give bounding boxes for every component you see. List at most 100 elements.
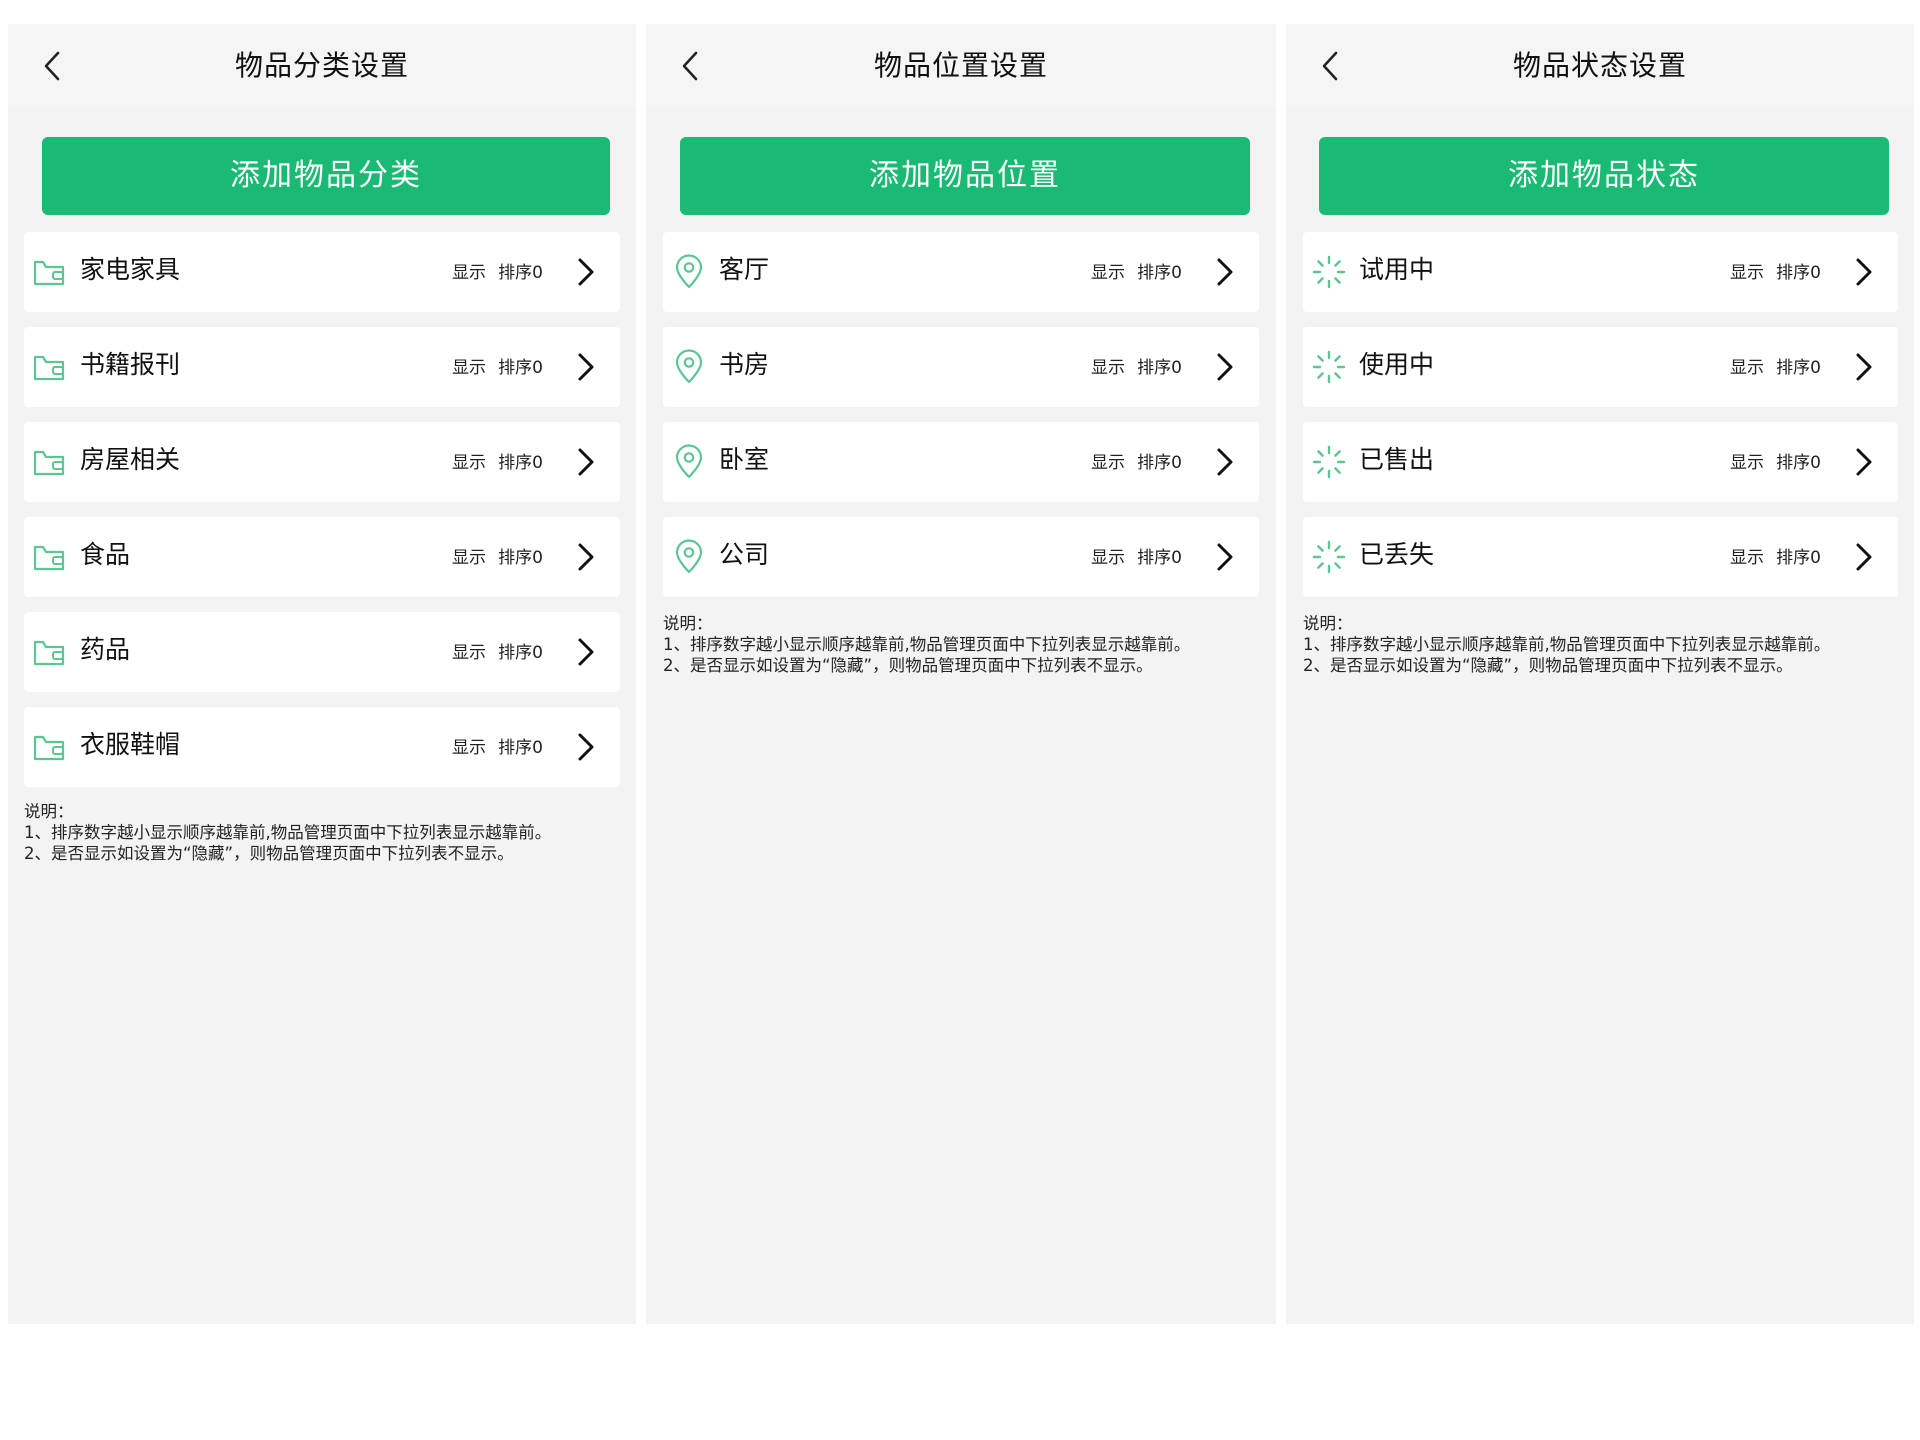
note-line: 2、是否显示如设置为“隐藏”，则物品管理页面中下拉列表不显示。 (663, 656, 1153, 675)
chevron-right-icon (1217, 448, 1233, 476)
item-label: 药品 (80, 635, 131, 664)
visibility-label: 显示 (1091, 548, 1125, 568)
visibility-label: 显示 (1091, 358, 1125, 378)
list-item[interactable]: 试用中 显示 排序0 (1303, 232, 1898, 312)
folder-icon (33, 640, 65, 666)
chevron-right-icon (1217, 543, 1233, 571)
list-item[interactable]: 衣服鞋帽 显示 排序0 (24, 707, 620, 787)
item-label: 家电家具 (80, 255, 181, 284)
item-label: 卧室 (719, 445, 770, 474)
category-settings-panel: 物品分类设置 添加物品分类 家电家具 显示 排序0 书籍报刊 显示 排序0 房屋… (8, 24, 636, 1324)
list-item[interactable]: 使用中 显示 排序0 (1303, 327, 1898, 407)
note-line: 1、排序数字越小显示顺序越靠前,物品管理页面中下拉列表显示越靠前。 (1303, 635, 1831, 654)
note-line: 1、排序数字越小显示顺序越靠前,物品管理页面中下拉列表显示越靠前。 (24, 823, 552, 842)
add-status-button[interactable]: 添加物品状态 (1319, 137, 1889, 215)
sort-label: 排序0 (498, 453, 543, 473)
item-label: 客厅 (719, 255, 770, 284)
sort-label: 排序0 (498, 548, 543, 568)
item-label: 食品 (80, 540, 131, 569)
visibility-label: 显示 (452, 548, 486, 568)
folder-icon (33, 545, 65, 571)
visibility-label: 显示 (1730, 263, 1764, 283)
chevron-right-icon (1217, 258, 1233, 286)
category-list: 家电家具 显示 排序0 书籍报刊 显示 排序0 房屋相关 显示 排序0 食品 显… (24, 232, 620, 802)
item-label: 衣服鞋帽 (80, 730, 181, 759)
chevron-right-icon (578, 638, 594, 666)
chevron-right-icon (578, 733, 594, 761)
header: 物品分类设置 (8, 24, 636, 108)
chevron-right-icon (1217, 353, 1233, 381)
chevron-right-icon (578, 353, 594, 381)
visibility-label: 显示 (452, 263, 486, 283)
list-item[interactable]: 家电家具 显示 排序0 (24, 232, 620, 312)
visibility-label: 显示 (452, 643, 486, 663)
item-label: 使用中 (1359, 350, 1435, 379)
header: 物品状态设置 (1286, 24, 1914, 108)
loading-spinner-icon (1312, 445, 1346, 479)
list-item[interactable]: 药品 显示 排序0 (24, 612, 620, 692)
note-line: 2、是否显示如设置为“隐藏”，则物品管理页面中下拉列表不显示。 (24, 844, 514, 863)
item-label: 书籍报刊 (80, 350, 181, 379)
list-item[interactable]: 已售出 显示 排序0 (1303, 422, 1898, 502)
status-settings-panel: 物品状态设置 添加物品状态 试用中 显示 排序0 使用中 显示 排序0 已售出 … (1286, 24, 1914, 1324)
chevron-right-icon (578, 258, 594, 286)
chevron-right-icon (1856, 448, 1872, 476)
visibility-label: 显示 (1091, 453, 1125, 473)
list-item[interactable]: 公司 显示 排序0 (663, 517, 1259, 597)
note-title: 说明： (24, 802, 74, 821)
chevron-right-icon (578, 543, 594, 571)
header: 物品位置设置 (646, 24, 1276, 108)
notes: 说明： 1、排序数字越小显示顺序越靠前,物品管理页面中下拉列表显示越靠前。 2、… (663, 613, 1190, 676)
list-item[interactable]: 已丢失 显示 排序0 (1303, 517, 1898, 597)
sort-label: 排序0 (1137, 453, 1182, 473)
sort-label: 排序0 (498, 358, 543, 378)
chevron-right-icon (1856, 258, 1872, 286)
visibility-label: 显示 (1091, 263, 1125, 283)
list-item[interactable]: 客厅 显示 排序0 (663, 232, 1259, 312)
item-label: 已丢失 (1359, 540, 1435, 569)
note-line: 1、排序数字越小显示顺序越靠前,物品管理页面中下拉列表显示越靠前。 (663, 635, 1191, 654)
sort-label: 排序0 (1137, 263, 1182, 283)
location-pin-icon (675, 539, 703, 574)
page-title: 物品分类设置 (234, 49, 409, 82)
note-title: 说明： (663, 614, 713, 633)
add-location-button[interactable]: 添加物品位置 (680, 137, 1250, 215)
visibility-label: 显示 (1730, 453, 1764, 473)
folder-icon (33, 355, 65, 381)
loading-spinner-icon (1312, 540, 1346, 574)
list-item[interactable]: 书房 显示 排序0 (663, 327, 1259, 407)
location-list: 客厅 显示 排序0 书房 显示 排序0 卧室 显示 排序0 公司 显示 排序0 (663, 232, 1259, 612)
chevron-right-icon (1856, 353, 1872, 381)
list-item[interactable]: 食品 显示 排序0 (24, 517, 620, 597)
add-category-button[interactable]: 添加物品分类 (42, 137, 610, 215)
location-settings-panel: 物品位置设置 添加物品位置 客厅 显示 排序0 书房 显示 排序0 卧室 显示 … (646, 24, 1276, 1324)
loading-spinner-icon (1312, 255, 1346, 289)
location-pin-icon (675, 444, 703, 479)
list-item[interactable]: 房屋相关 显示 排序0 (24, 422, 620, 502)
item-label: 公司 (719, 540, 770, 569)
visibility-label: 显示 (1730, 358, 1764, 378)
list-item[interactable]: 书籍报刊 显示 排序0 (24, 327, 620, 407)
list-item[interactable]: 卧室 显示 排序0 (663, 422, 1259, 502)
location-pin-icon (675, 349, 703, 384)
folder-icon (33, 260, 65, 286)
visibility-label: 显示 (452, 453, 486, 473)
folder-icon (33, 450, 65, 476)
chevron-right-icon (1856, 543, 1872, 571)
status-list: 试用中 显示 排序0 使用中 显示 排序0 已售出 显示 排序0 已丢失 显示 … (1303, 232, 1898, 612)
page-title: 物品位置设置 (873, 49, 1048, 82)
chevron-right-icon (578, 448, 594, 476)
sort-label: 排序0 (1776, 548, 1821, 568)
visibility-label: 显示 (452, 738, 486, 758)
sort-label: 排序0 (1776, 263, 1821, 283)
sort-label: 排序0 (1137, 358, 1182, 378)
note-line: 2、是否显示如设置为“隐藏”，则物品管理页面中下拉列表不显示。 (1303, 656, 1793, 675)
sort-label: 排序0 (1776, 358, 1821, 378)
sort-label: 排序0 (1137, 548, 1182, 568)
location-pin-icon (675, 254, 703, 289)
sort-label: 排序0 (498, 263, 543, 283)
item-label: 已售出 (1359, 445, 1435, 474)
visibility-label: 显示 (1730, 548, 1764, 568)
item-label: 试用中 (1359, 255, 1435, 284)
sort-label: 排序0 (1776, 453, 1821, 473)
